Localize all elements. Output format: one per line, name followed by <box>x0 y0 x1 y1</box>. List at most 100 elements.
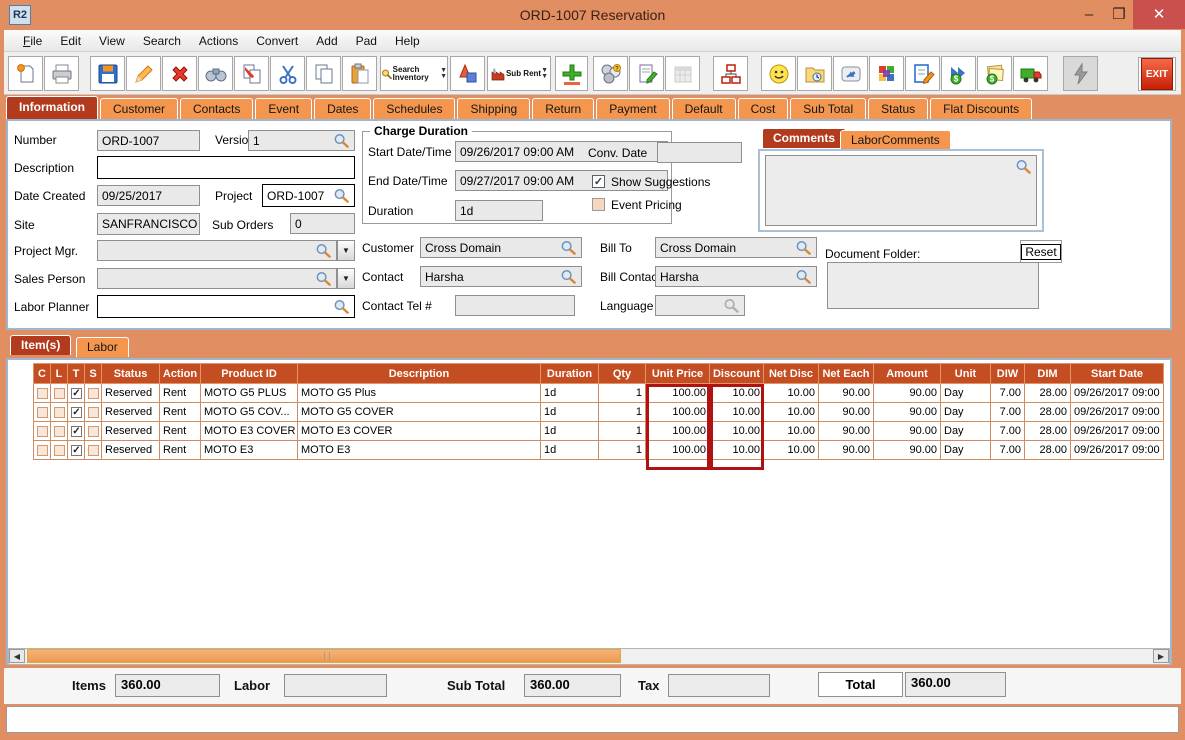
tab-sub-total[interactable]: Sub Total <box>790 98 866 119</box>
menu-convert[interactable]: Convert <box>247 31 307 51</box>
tab-shipping[interactable]: Shipping <box>457 98 530 119</box>
tab-labor-comments[interactable]: LaborComments <box>840 130 951 150</box>
cell-status[interactable]: Reserved <box>102 441 160 460</box>
table-row[interactable]: ✓ Reserved Rent MOTO G5 PLUS MOTO G5 Plu… <box>34 384 1164 403</box>
document-folder-box[interactable] <box>827 262 1039 309</box>
t-checkbox[interactable]: ✓ <box>71 388 82 399</box>
c-checkbox[interactable] <box>37 445 48 456</box>
cell-action[interactable]: Rent <box>160 384 201 403</box>
cell-dim[interactable]: 28.00 <box>1025 441 1071 460</box>
col-qty[interactable]: Qty <box>599 364 646 384</box>
group-query-button[interactable]: ? <box>593 56 628 91</box>
cell-status[interactable]: Reserved <box>102 422 160 441</box>
menu-pad[interactable]: Pad <box>347 31 386 51</box>
cell-net-disc[interactable]: 10.00 <box>764 422 819 441</box>
col-product-id[interactable]: Product ID <box>201 364 298 384</box>
cell-net-disc[interactable]: 10.00 <box>764 441 819 460</box>
bill-to-search-icon[interactable] <box>795 240 812 255</box>
cell-net-each[interactable]: 90.00 <box>819 384 874 403</box>
forward-billing-button[interactable]: $ <box>941 56 976 91</box>
cell-action[interactable]: Rent <box>160 422 201 441</box>
show-suggestions-checkbox[interactable]: ✓ <box>592 175 605 188</box>
cell-start-date[interactable]: 09/26/2017 09:00 <box>1071 384 1164 403</box>
col-action[interactable]: Action <box>160 364 201 384</box>
col-start-date[interactable]: Start Date <box>1071 364 1164 384</box>
col-discount[interactable]: Discount <box>710 364 764 384</box>
tab-contacts[interactable]: Contacts <box>180 98 253 119</box>
sub-rent-button[interactable]: Sub Rent ▼▼ <box>487 56 551 91</box>
labor-planner-search-icon[interactable] <box>333 299 350 314</box>
cell-product-id[interactable]: MOTO E3 COVER <box>201 422 298 441</box>
maximize-button[interactable]: ❒ <box>1102 0 1136 29</box>
menu-search[interactable]: Search <box>134 31 190 51</box>
col-duration[interactable]: Duration <box>541 364 599 384</box>
customer-search-icon[interactable] <box>560 240 577 255</box>
cell-unit[interactable]: Day <box>941 441 991 460</box>
cell-duration[interactable]: 1d <box>541 441 599 460</box>
bill-contact-field[interactable]: Harsha <box>655 266 817 287</box>
add-item-button[interactable] <box>555 56 588 91</box>
project-mgr-dropdown[interactable]: ▼ <box>337 240 355 261</box>
cell-dim[interactable]: 28.00 <box>1025 422 1071 441</box>
s-checkbox[interactable] <box>88 388 99 399</box>
menu-file[interactable]: File <box>14 31 51 51</box>
col-t[interactable]: T <box>68 364 85 384</box>
col-s[interactable]: S <box>85 364 102 384</box>
col-c[interactable]: C <box>34 364 51 384</box>
cell-action[interactable]: Rent <box>160 403 201 422</box>
cell-start-date[interactable]: 09/26/2017 09:00 <box>1071 403 1164 422</box>
tab-comments[interactable]: Comments <box>762 128 846 148</box>
tab-dates[interactable]: Dates <box>314 98 371 119</box>
c-checkbox[interactable] <box>37 407 48 418</box>
cell-duration[interactable]: 1d <box>541 384 599 403</box>
edit-button[interactable] <box>126 56 161 91</box>
tab-payment[interactable]: Payment <box>596 98 669 119</box>
project-input[interactable]: ORD-1007 <box>262 184 355 207</box>
cell-start-date[interactable]: 09/26/2017 09:00 <box>1071 422 1164 441</box>
table-row[interactable]: ✓ Reserved Rent MOTO E3 COVER MOTO E3 CO… <box>34 422 1164 441</box>
menu-help[interactable]: Help <box>386 31 429 51</box>
cell-qty[interactable]: 1 <box>599 422 646 441</box>
cell-amount[interactable]: 90.00 <box>874 441 941 460</box>
cell-net-disc[interactable]: 10.00 <box>764 384 819 403</box>
edit-order-button[interactable] <box>905 56 940 91</box>
find-button[interactable] <box>198 56 233 91</box>
col-unit[interactable]: Unit <box>941 364 991 384</box>
folder-history-button[interactable] <box>797 56 832 91</box>
event-pricing-checkbox[interactable] <box>592 198 605 211</box>
contact-field[interactable]: Harsha <box>420 266 582 287</box>
cell-net-disc[interactable]: 10.00 <box>764 403 819 422</box>
menu-edit[interactable]: Edit <box>51 31 90 51</box>
tab-status[interactable]: Status <box>868 98 928 119</box>
paste-button[interactable] <box>342 56 377 91</box>
description-input[interactable] <box>97 156 355 179</box>
print-button[interactable] <box>44 56 79 91</box>
col-unit-price[interactable]: Unit Price <box>646 364 710 384</box>
cell-qty[interactable]: 1 <box>599 403 646 422</box>
cell-diw[interactable]: 7.00 <box>991 403 1025 422</box>
cell-action[interactable]: Rent <box>160 441 201 460</box>
cell-net-each[interactable]: 90.00 <box>819 441 874 460</box>
menu-add[interactable]: Add <box>307 31 346 51</box>
project-search-icon[interactable] <box>333 188 350 203</box>
cell-net-each[interactable]: 90.00 <box>819 403 874 422</box>
invoice-button[interactable]: $ <box>977 56 1012 91</box>
bill-to-field[interactable]: Cross Domain <box>655 237 817 258</box>
bill-contact-search-icon[interactable] <box>795 269 812 284</box>
col-diw[interactable]: DIW <box>991 364 1025 384</box>
tab-items[interactable]: Item(s) <box>10 335 71 355</box>
cell-description[interactable]: MOTO E3 <box>298 441 541 460</box>
tab-labor[interactable]: Labor <box>76 337 129 357</box>
table-row[interactable]: ✓ Reserved Rent MOTO G5 COV... MOTO G5 C… <box>34 403 1164 422</box>
inventory-cubes-button[interactable] <box>869 56 904 91</box>
t-checkbox[interactable]: ✓ <box>71 407 82 418</box>
tab-schedules[interactable]: Schedules <box>373 98 455 119</box>
cell-dim[interactable]: 28.00 <box>1025 384 1071 403</box>
cell-amount[interactable]: 90.00 <box>874 384 941 403</box>
cell-unit[interactable]: Day <box>941 384 991 403</box>
cut-button[interactable] <box>270 56 305 91</box>
tab-event[interactable]: Event <box>255 98 312 119</box>
menu-view[interactable]: View <box>90 31 134 51</box>
search-inventory-button[interactable]: Search Inventory ▼▼ <box>380 56 448 91</box>
items-hscrollbar[interactable]: ◀ ▶ <box>8 648 1170 665</box>
